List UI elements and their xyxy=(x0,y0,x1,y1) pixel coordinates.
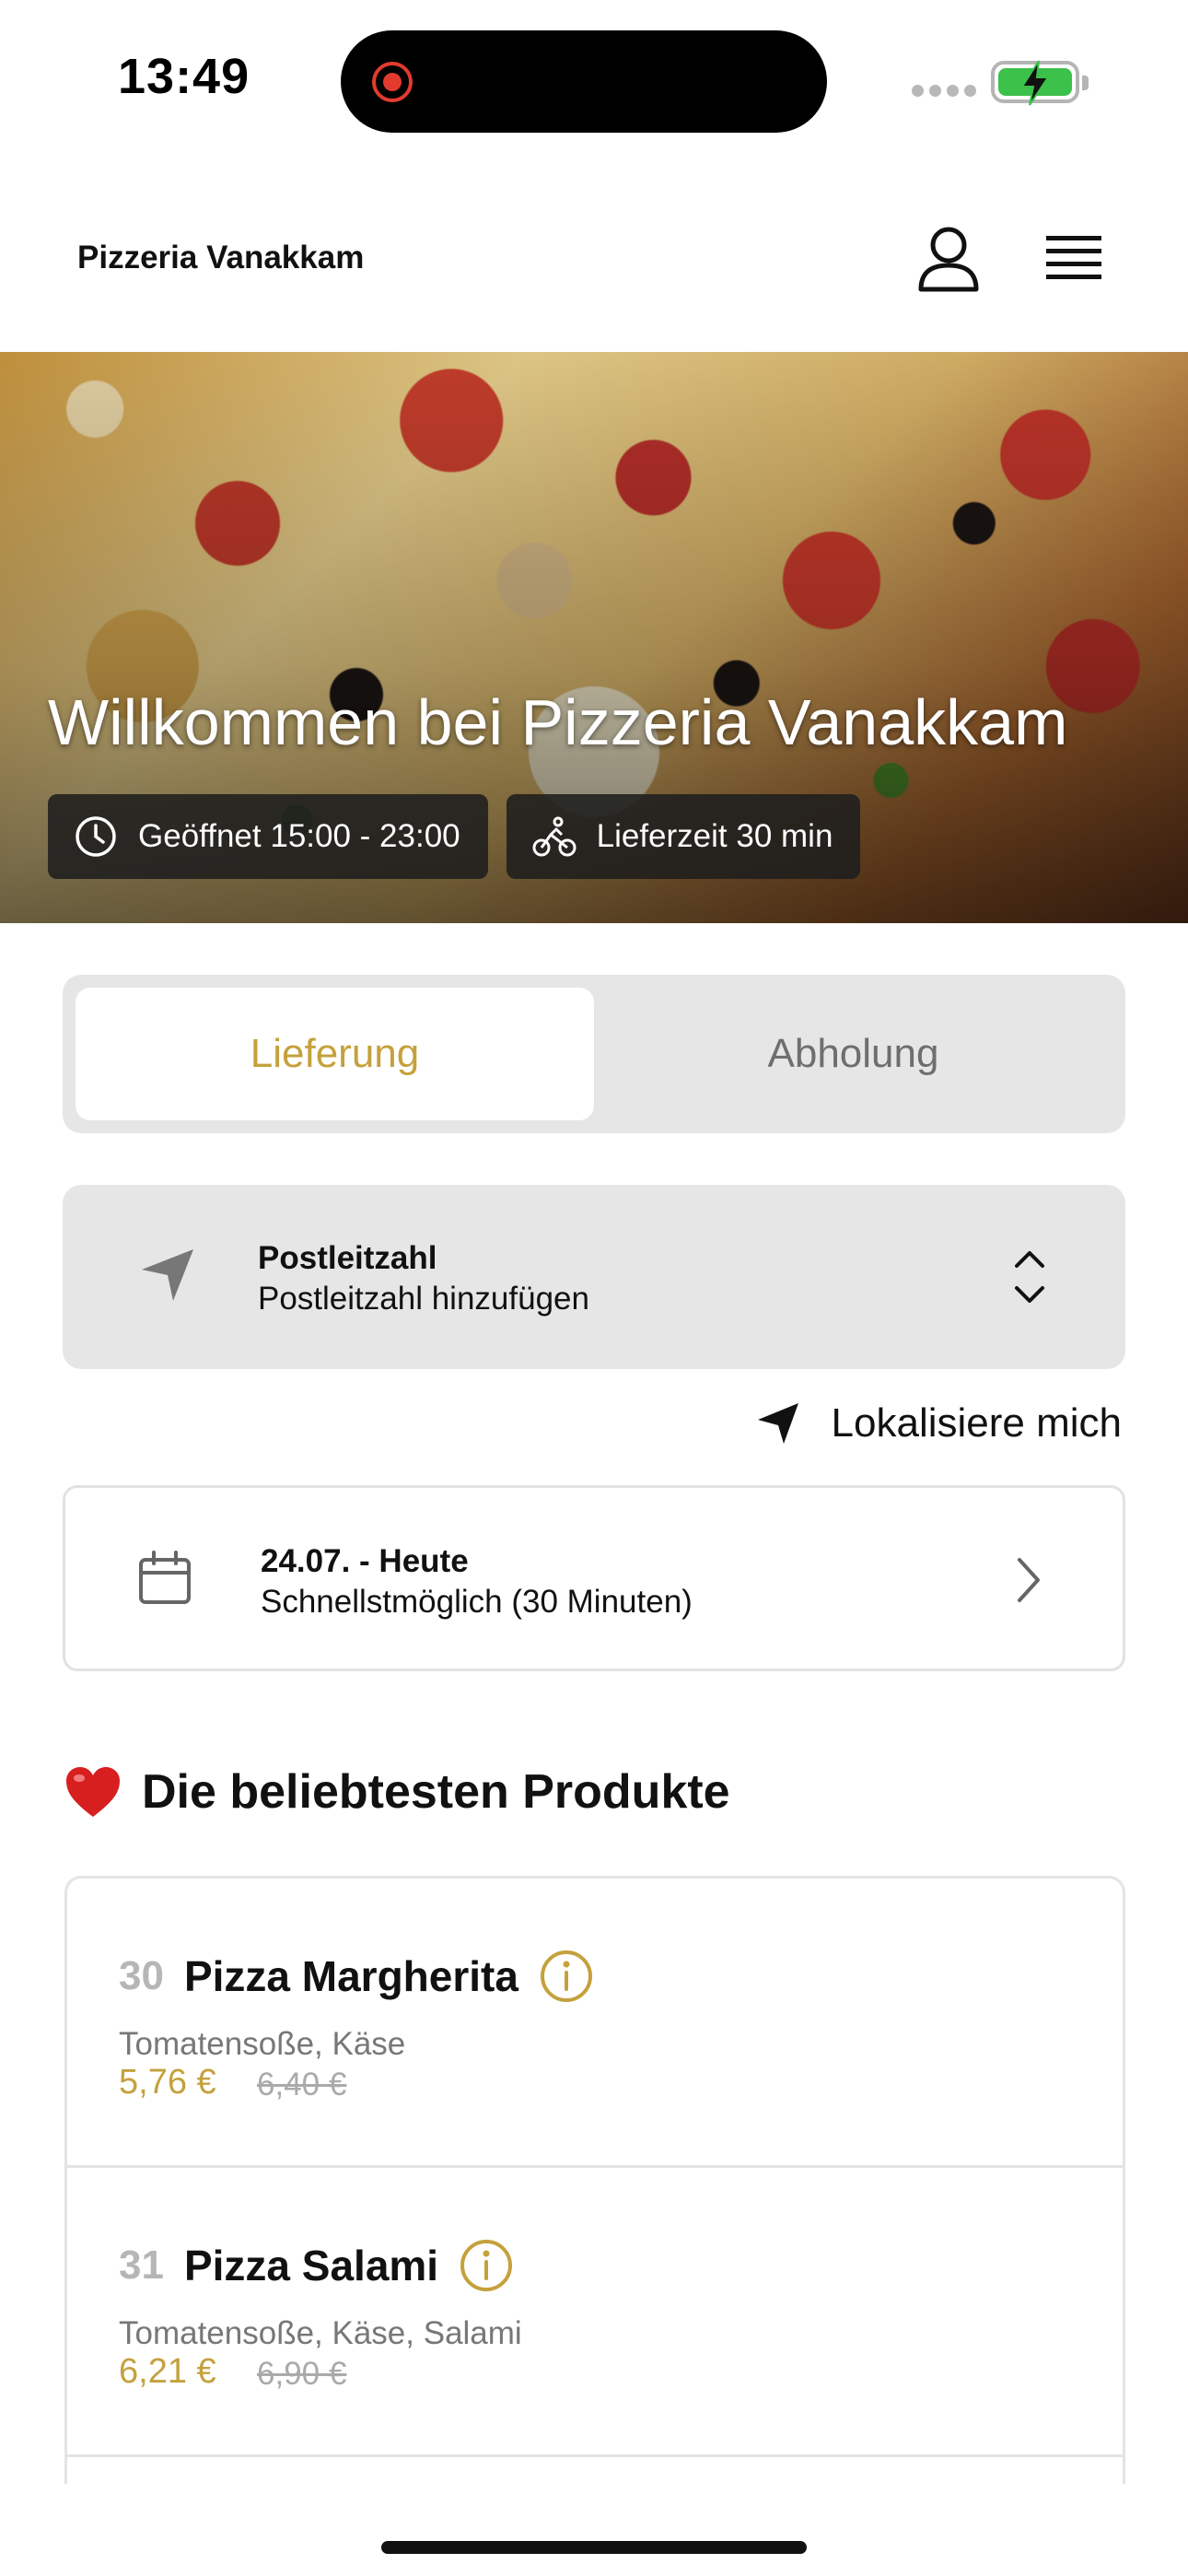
product-item[interactable]: 31 Pizza Salami Tomatensoße, Käse, Salam… xyxy=(67,2168,1123,2457)
user-account-button[interactable] xyxy=(912,223,985,297)
product-header: 31 Pizza Salami xyxy=(119,2238,514,2293)
product-old-price: 6,40 € xyxy=(257,2067,347,2102)
product-description: Tomatensoße, Käse, Salami xyxy=(119,2315,522,2351)
chevron-right-icon xyxy=(1018,1558,1040,1602)
product-old-price: 6,90 € xyxy=(257,2356,347,2392)
cellular-signal-icon xyxy=(912,85,982,101)
restaurant-name: Pizzeria Vanakkam xyxy=(77,240,365,275)
delivery-date-subtitle: Schnellstmöglich (30 Minuten) xyxy=(261,1584,693,1620)
hero-banner: Willkommen bei Pizzeria Vanakkam Geöffne… xyxy=(0,352,1188,923)
hero-badges: Geöffnet 15:00 - 23:00 Lieferzeit 30 min xyxy=(48,794,861,879)
info-icon[interactable] xyxy=(539,1949,594,2004)
order-mode-switch: Lieferung Abholung xyxy=(63,975,1125,1133)
opening-hours-text: Geöffnet 15:00 - 23:00 xyxy=(138,818,460,854)
info-icon[interactable] xyxy=(459,2238,514,2293)
hamburger-menu-icon xyxy=(1046,236,1101,279)
tab-pickup[interactable]: Abholung xyxy=(594,988,1112,1120)
postal-code-placeholder: Postleitzahl hinzufügen xyxy=(258,1281,589,1317)
status-time: 13:49 xyxy=(118,49,250,104)
location-arrow-icon xyxy=(757,1403,798,1444)
location-arrow-icon xyxy=(142,1249,193,1301)
user-icon xyxy=(918,227,979,292)
dynamic-island xyxy=(341,30,827,133)
clock-icon xyxy=(76,816,116,857)
product-item[interactable]: 30 Pizza Margherita Tomatensoße, Käse 5,… xyxy=(67,1879,1123,2168)
home-indicator[interactable] xyxy=(381,2541,807,2554)
postal-code-selector[interactable]: Postleitzahl Postleitzahl hinzufügen xyxy=(63,1185,1125,1369)
app-header: Pizzeria Vanakkam xyxy=(0,184,1188,350)
recording-indicator-icon xyxy=(372,62,413,102)
product-header: 30 Pizza Margherita xyxy=(119,1949,594,2004)
popular-products-title: Die beliebtesten Produkte xyxy=(142,1765,730,1819)
product-price: 5,76 € xyxy=(119,2063,216,2102)
delivery-time-text: Lieferzeit 30 min xyxy=(596,818,833,854)
battery-icon xyxy=(991,60,1089,106)
product-number: 30 xyxy=(119,1953,164,1998)
product-name: Pizza Salami xyxy=(183,2242,439,2289)
menu-button[interactable] xyxy=(1041,228,1107,293)
calendar-icon xyxy=(139,1551,191,1604)
locate-me-button[interactable]: Lokalisiere mich xyxy=(756,1400,1122,1446)
opening-hours-badge: Geöffnet 15:00 - 23:00 xyxy=(48,794,488,879)
product-description: Tomatensoße, Käse xyxy=(119,2026,406,2062)
hero-title: Willkommen bei Pizzeria Vanakkam xyxy=(48,686,1068,758)
delivery-date-title: 24.07. - Heute xyxy=(261,1543,469,1579)
status-bar: 13:49 xyxy=(0,0,1188,157)
bicycle-icon xyxy=(532,816,577,857)
charging-bolt-icon xyxy=(1020,60,1050,106)
product-list: 30 Pizza Margherita Tomatensoße, Käse 5,… xyxy=(64,1876,1125,2484)
product-price: 6,21 € xyxy=(119,2352,216,2391)
locate-me-label: Lokalisiere mich xyxy=(831,1400,1122,1446)
product-number: 31 xyxy=(119,2242,164,2288)
heart-icon xyxy=(66,1767,120,1817)
tab-delivery[interactable]: Lieferung xyxy=(76,988,594,1120)
popular-products-heading: Die beliebtesten Produkte xyxy=(64,1764,730,1820)
delivery-time-badge: Lieferzeit 30 min xyxy=(506,794,861,879)
chevron-up-down-icon xyxy=(1015,1251,1044,1303)
product-name: Pizza Margherita xyxy=(183,1952,518,2000)
delivery-date-selector[interactable]: 24.07. - Heute Schnellstmöglich (30 Minu… xyxy=(63,1485,1125,1671)
postal-code-label: Postleitzahl xyxy=(258,1240,437,1276)
